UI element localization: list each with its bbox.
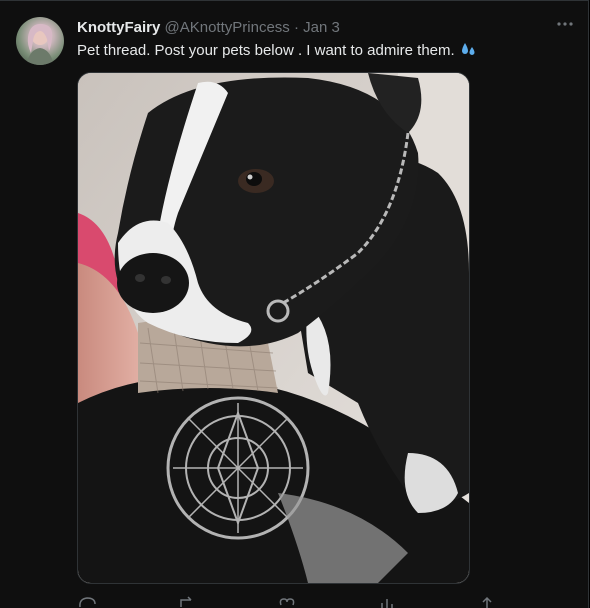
more-horizontal-icon[interactable] [554, 15, 576, 37]
sweat-droplets-emoji [459, 40, 477, 64]
tweet-date[interactable]: Jan 3 [303, 19, 340, 36]
share-icon[interactable] [477, 595, 497, 608]
tweet-header: KnottyFairy @AKnottyPrincess · Jan 3 [77, 18, 538, 38]
avatar[interactable] [16, 17, 64, 65]
reply-icon[interactable] [77, 595, 97, 608]
user-handle[interactable]: @AKnottyPrincess [165, 19, 290, 36]
dog-photo[interactable] [77, 72, 470, 584]
tweet-card[interactable]: KnottyFairy @AKnottyPrincess · Jan 3 Pet… [0, 0, 589, 608]
display-name[interactable]: KnottyFairy [77, 19, 160, 36]
tweet-text: Pet thread. Post your pets below . I wan… [77, 42, 455, 59]
action-bar [77, 595, 497, 608]
tweet-text-row: Pet thread. Post your pets below . I wan… [77, 40, 568, 64]
separator-dot: · [293, 19, 299, 36]
like-icon[interactable] [277, 595, 297, 608]
retweet-icon[interactable] [177, 595, 197, 608]
views-icon[interactable] [377, 595, 397, 608]
